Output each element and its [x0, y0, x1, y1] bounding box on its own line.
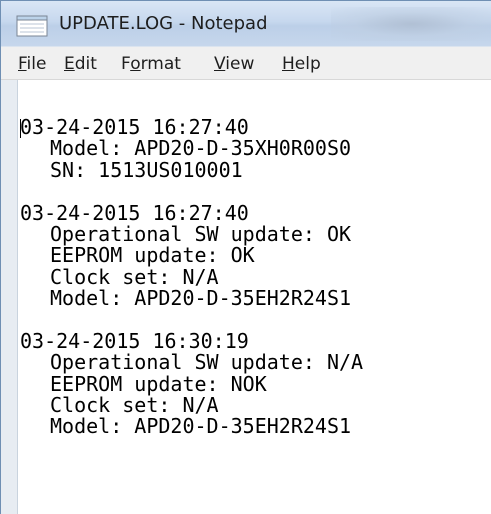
menu-view-label: iew [225, 54, 255, 74]
log-line: Operational SW update: N/A [50, 350, 364, 375]
menu-file[interactable]: File [18, 54, 46, 74]
log-line: Clock set: N/A [50, 264, 219, 289]
menu-help-label: elp [294, 54, 321, 74]
log-line: 03-24-2015 16:27:40 [20, 115, 249, 139]
menu-file-label: ile [26, 54, 47, 74]
log-line: EEPROM update: NOK [50, 371, 267, 396]
title-bar[interactable]: UPDATE.LOG - Notepad [1, 1, 491, 46]
menu-edit[interactable]: Edit [64, 54, 97, 74]
log-line: 03-24-2015 16:30:19 [20, 328, 249, 353]
window-left-border [1, 80, 18, 514]
menu-format[interactable]: Format [121, 54, 181, 74]
log-line: Model: APD20-D-35EH2R24S1 [50, 286, 352, 311]
menu-format-hotkey: o [130, 54, 141, 74]
menu-view-hotkey: V [214, 54, 226, 74]
log-line: Model: APD20-D-35EH2R24S1 [50, 414, 352, 439]
menu-edit-label: dit [74, 54, 97, 74]
menu-file-hotkey: F [18, 54, 27, 74]
log-text[interactable]: 03-24-2015 16:27:40 Model: APD20-D-35XH0R… [20, 115, 364, 439]
menu-format-label: rmat [140, 54, 181, 74]
menu-bar: File Edit Format View Help [1, 46, 491, 80]
log-line: Model: APD20-D-35XH0R00S0 [50, 136, 352, 161]
menu-edit-hotkey: E [64, 54, 75, 74]
menu-help-hotkey: H [282, 54, 295, 74]
log-line: 03-24-2015 16:27:40 [20, 200, 249, 225]
log-line: Clock set: N/A [50, 393, 219, 418]
window-title: UPDATE.LOG - Notepad [59, 13, 268, 34]
text-cursor [20, 119, 21, 138]
log-line: SN: 1513US010001 [50, 157, 243, 182]
notepad-window: UPDATE.LOG - Notepad File Edit Format Vi… [0, 0, 491, 514]
title-bar-blur [331, 7, 491, 41]
menu-format-prefix: F [121, 54, 131, 74]
log-line: EEPROM update: OK [50, 243, 255, 268]
log-line: Operational SW update: OK [50, 221, 352, 246]
notepad-icon [16, 15, 48, 37]
menu-view[interactable]: View [214, 54, 254, 74]
menu-help[interactable]: Help [282, 54, 321, 74]
